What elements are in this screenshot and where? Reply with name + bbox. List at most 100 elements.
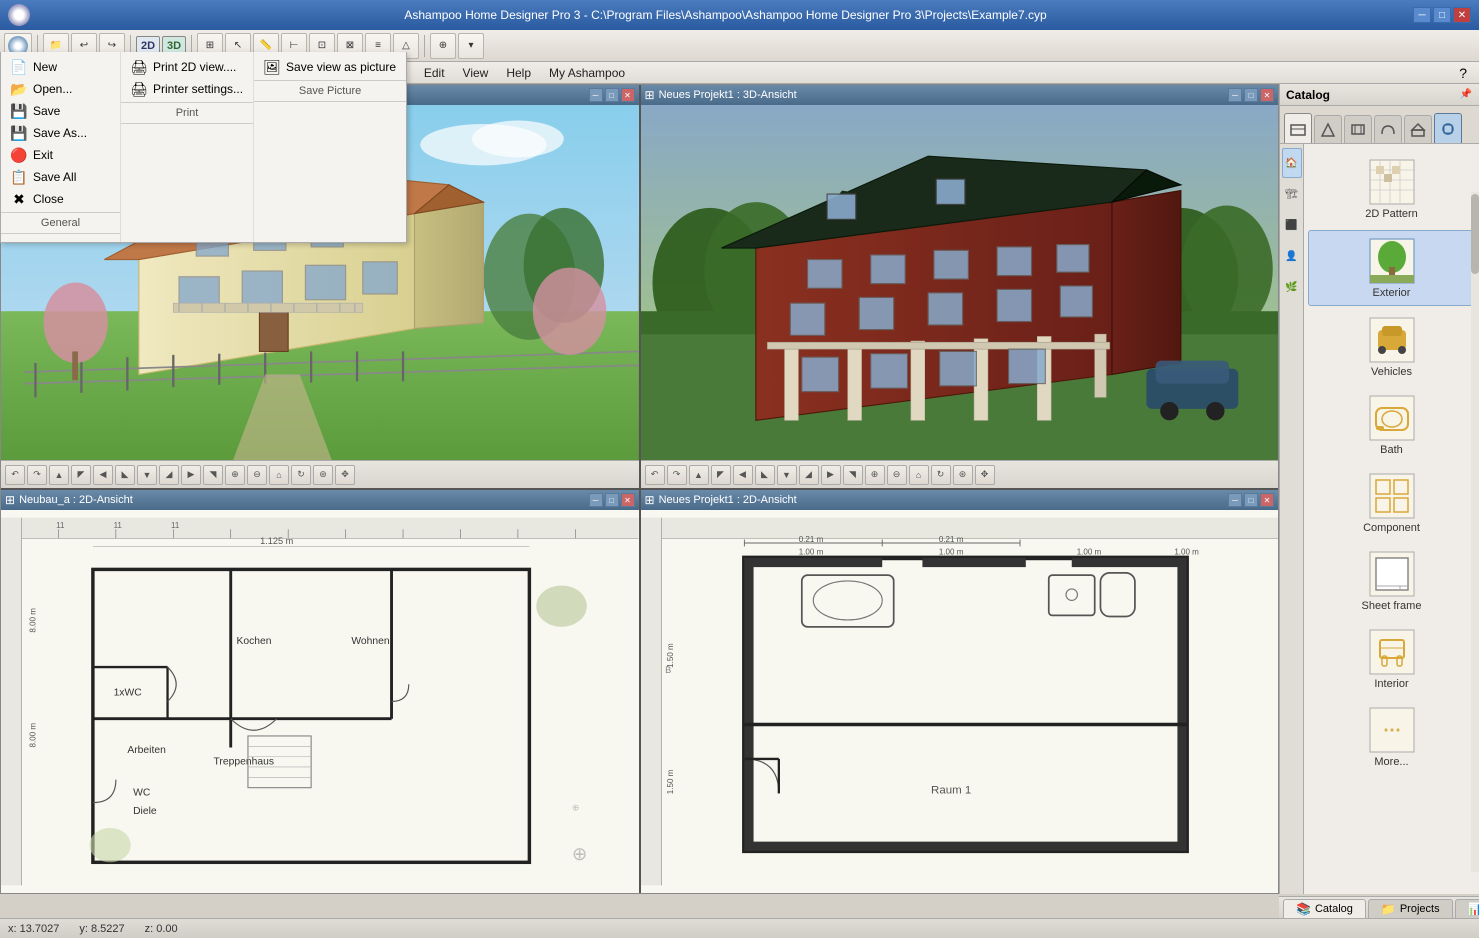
p2-nav-left[interactable]: ◀ [733, 465, 753, 485]
bath-icon-svg [1368, 394, 1416, 442]
panel-3-close[interactable]: ✕ [621, 493, 635, 507]
nav-btn-pan[interactable]: ✥ [335, 465, 355, 485]
menu-item-new[interactable]: 📄 New [1, 56, 120, 78]
catalog-left-btn-2[interactable]: 🏗 [1282, 179, 1302, 209]
nav-btn-right[interactable]: ▶ [181, 465, 201, 485]
bottom-tab-projects[interactable]: 📁 Projects [1368, 899, 1453, 918]
dropdown-col-print: 🖨 Print 2D view.... 🖨 Printer settings..… [121, 52, 254, 242]
panel-2-content[interactable] [641, 105, 1279, 460]
nav-btn-2[interactable]: ↷ [27, 465, 47, 485]
p2-nav-downright[interactable]: ◢ [799, 465, 819, 485]
exterior-icon-svg [1368, 237, 1416, 285]
menu-item-print-2d[interactable]: 🖨 Print 2D view.... [121, 56, 253, 78]
catalog-item-exterior[interactable]: Exterior [1308, 230, 1475, 306]
catalog-tab-1[interactable] [1284, 113, 1312, 143]
nav-btn-upleft[interactable]: ◤ [71, 465, 91, 485]
close-button[interactable]: ✕ [1453, 7, 1471, 23]
panel-2-close[interactable]: ✕ [1260, 88, 1274, 102]
catalog-tab-2[interactable] [1314, 115, 1342, 143]
catalog-tab-4[interactable] [1374, 115, 1402, 143]
panel-1-minimize[interactable]: ─ [589, 88, 603, 102]
help-icon[interactable]: ? [1459, 65, 1467, 81]
menu-help[interactable]: Help [497, 62, 540, 84]
nav-btn-upright[interactable]: ◥ [203, 465, 223, 485]
catalog-left-btn-4[interactable]: 👤 [1282, 241, 1302, 271]
p2-nav-btn-2[interactable]: ↷ [667, 465, 687, 485]
catalog-left-btn-3[interactable]: ⬛ [1282, 210, 1302, 240]
minimize-button[interactable]: ─ [1413, 7, 1431, 23]
menu-item-close[interactable]: ✖ Close [1, 188, 120, 210]
p2-nav-upright[interactable]: ◥ [843, 465, 863, 485]
menu-item-save[interactable]: 💾 Save [1, 100, 120, 122]
nav-btn-downright[interactable]: ◢ [159, 465, 179, 485]
panel-2-minimize[interactable]: ─ [1228, 88, 1242, 102]
nav-btn-zoomin[interactable]: ⊕ [225, 465, 245, 485]
catalog-tab-6-active[interactable] [1434, 113, 1462, 143]
print-2d-icon: 🖨 [131, 59, 147, 75]
p2-nav-rotate[interactable]: ↻ [931, 465, 951, 485]
nav-btn-rotate[interactable]: ↻ [291, 465, 311, 485]
nav-btn-downleft[interactable]: ◣ [115, 465, 135, 485]
p2-nav-up[interactable]: ▲ [689, 465, 709, 485]
catalog-left-btn-5[interactable]: 🌿 [1282, 272, 1302, 302]
panel-1-close[interactable]: ✕ [621, 88, 635, 102]
catalog-item-more[interactable]: ⋯ More... [1308, 700, 1475, 774]
menu-edit[interactable]: Edit [415, 62, 454, 84]
panel-3-content[interactable]: 11 11 11 1.125 m [1, 510, 639, 893]
bottom-tab-quantities[interactable]: 📊 Quantities [1455, 899, 1479, 918]
menu-item-open[interactable]: 📂 Open... [1, 78, 120, 100]
catalog-pin-button[interactable]: 📌 [1459, 88, 1473, 102]
catalog-icon-exterior [1368, 237, 1416, 285]
catalog-item-component[interactable]: Component [1308, 466, 1475, 540]
p2-nav-zoomout[interactable]: ⊖ [887, 465, 907, 485]
close-icon: ✖ [11, 191, 27, 207]
p2-nav-down[interactable]: ▼ [777, 465, 797, 485]
extra-button[interactable]: ⊕ [430, 33, 456, 59]
menu-item-save-as[interactable]: 💾 Save As... [1, 122, 120, 144]
catalog-item-sheetframe[interactable]: Sheet frame [1308, 544, 1475, 618]
nav-btn-left[interactable]: ◀ [93, 465, 113, 485]
catalog-scrollbar-thumb[interactable] [1471, 194, 1479, 274]
catalog-item-vehicles[interactable]: Vehicles [1308, 310, 1475, 384]
nav-btn-orbit[interactable]: ⊛ [313, 465, 333, 485]
panel-4-maximize[interactable]: □ [1244, 493, 1258, 507]
nav-btn-up[interactable]: ▲ [49, 465, 69, 485]
catalog-item-2d-pattern[interactable]: 2D Pattern [1308, 152, 1475, 226]
p2-nav-zoomin[interactable]: ⊕ [865, 465, 885, 485]
nav-btn-down[interactable]: ▼ [137, 465, 157, 485]
p2-nav-downleft[interactable]: ◣ [755, 465, 775, 485]
panel-4-title: ⊞ Neues Projekt1 : 2D-Ansicht [645, 493, 797, 507]
catalog-left-btn-1[interactable]: 🏠 [1282, 148, 1302, 178]
nav-btn-home[interactable]: ⌂ [269, 465, 289, 485]
panel-4-close[interactable]: ✕ [1260, 493, 1274, 507]
catalog-tab-5[interactable] [1404, 115, 1432, 143]
p2-nav-btn-1[interactable]: ↶ [645, 465, 665, 485]
panel-4-minimize[interactable]: ─ [1228, 493, 1242, 507]
catalog-item-interior[interactable]: Interior [1308, 622, 1475, 696]
panel-1-maximize[interactable]: □ [605, 88, 619, 102]
p2-nav-upleft[interactable]: ◤ [711, 465, 731, 485]
panel-4-content[interactable]: 0.21 m 0.21 m [641, 510, 1279, 893]
panel-3-maximize[interactable]: □ [605, 493, 619, 507]
nav-btn-1[interactable]: ↶ [5, 465, 25, 485]
catalog-item-bath[interactable]: Bath [1308, 388, 1475, 462]
p2-nav-orbit[interactable]: ⊛ [953, 465, 973, 485]
maximize-button[interactable]: □ [1433, 7, 1451, 23]
catalog-items-scroll[interactable]: 2D Pattern Exterior [1304, 144, 1479, 894]
menu-item-save-view-picture[interactable]: 🖼 Save view as picture [254, 56, 406, 78]
dropdown-arrow[interactable]: ▾ [458, 33, 484, 59]
p2-nav-pan[interactable]: ✥ [975, 465, 995, 485]
dropdown-print-title: Print [121, 105, 253, 124]
p2-nav-home[interactable]: ⌂ [909, 465, 929, 485]
menu-item-save-all[interactable]: 📋 Save All [1, 166, 120, 188]
nav-btn-zoomout[interactable]: ⊖ [247, 465, 267, 485]
bottom-tab-catalog[interactable]: 📚 Catalog [1283, 899, 1366, 918]
menu-view[interactable]: View [454, 62, 498, 84]
menu-my-ashampoo[interactable]: My Ashampoo [540, 62, 634, 84]
catalog-tab-3[interactable] [1344, 115, 1372, 143]
menu-item-exit[interactable]: 🔴 Exit [1, 144, 120, 166]
panel-3-minimize[interactable]: ─ [589, 493, 603, 507]
panel-2-maximize[interactable]: □ [1244, 88, 1258, 102]
p2-nav-right[interactable]: ▶ [821, 465, 841, 485]
menu-item-printer-settings[interactable]: 🖨 Printer settings... [121, 78, 253, 100]
